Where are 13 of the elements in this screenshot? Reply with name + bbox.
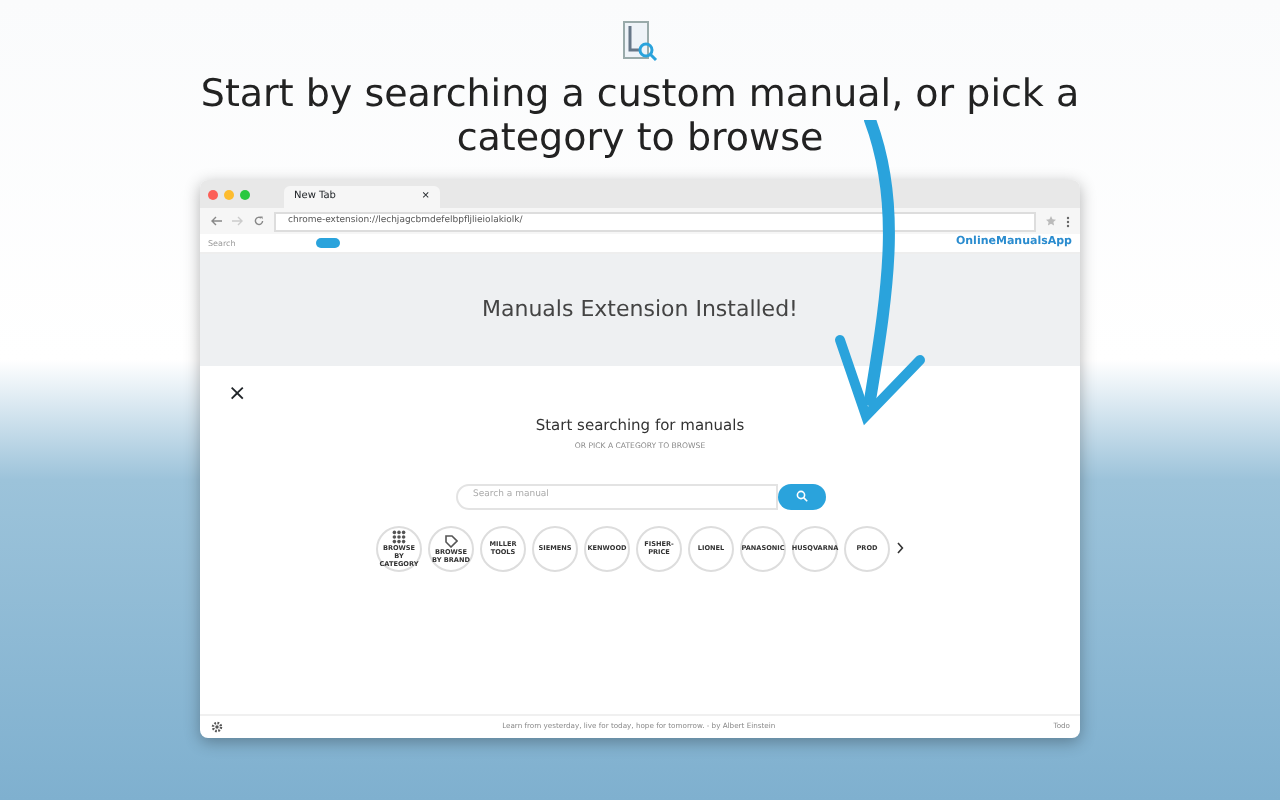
close-button[interactable]: × [228,382,247,404]
search-button[interactable] [777,483,825,510]
tag-icon [444,533,458,548]
search-button[interactable] [315,238,340,248]
search-icon [795,490,807,503]
banner-title: Manuals Extension Installed! [482,293,798,326]
settings-icon[interactable] [210,720,224,734]
manual-search-icon [622,20,658,64]
back-icon[interactable] [210,216,222,226]
star-icon[interactable] [1046,216,1056,226]
grid-icon [392,529,406,544]
reload-icon[interactable] [254,216,264,226]
headline: Start by searching a custom manual, or pick a category to browse [198,72,1082,160]
